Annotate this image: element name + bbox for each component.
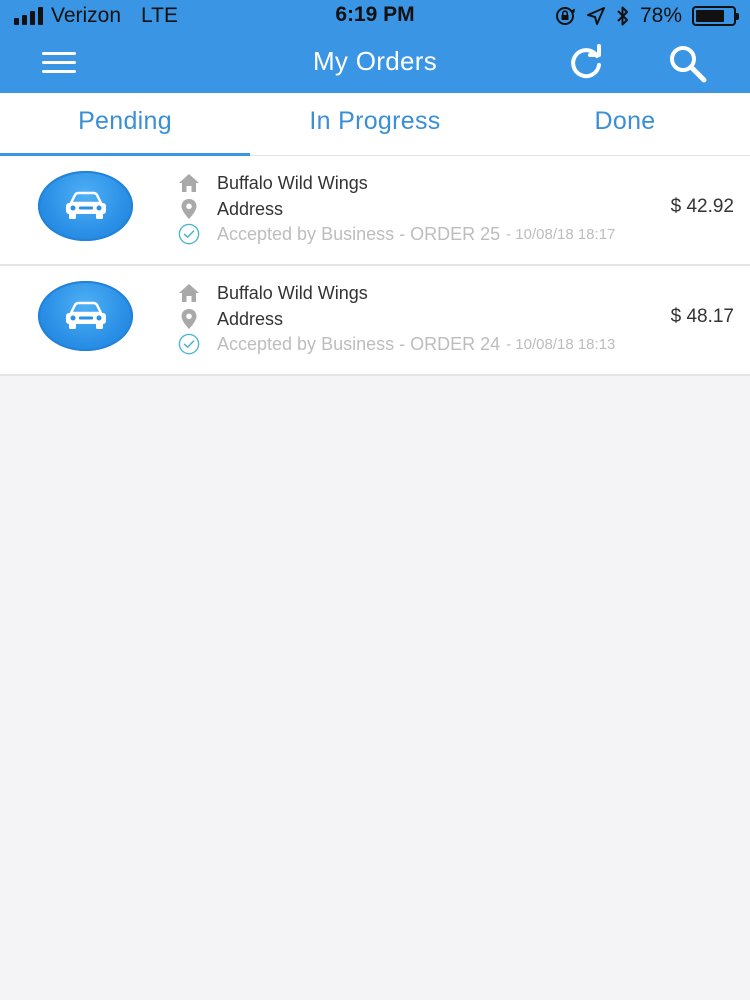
rotation-lock-icon bbox=[555, 7, 575, 25]
status-bar-right: 78% bbox=[554, 4, 739, 28]
order-address-line: Address bbox=[178, 197, 283, 221]
status-bar: Verizon LTE 6:19 PM 78% bbox=[0, 0, 750, 32]
location-pin-icon bbox=[178, 198, 200, 220]
car-avatar bbox=[38, 281, 133, 351]
order-status-line: Accepted by Business - ORDER 25 - 10/08/… bbox=[178, 222, 615, 246]
order-address: Address bbox=[217, 198, 284, 219]
order-status: Accepted by Business - ORDER 24 bbox=[217, 333, 501, 354]
home-icon bbox=[178, 282, 200, 304]
refresh-button[interactable] bbox=[566, 43, 606, 83]
tab-in-progress-label: In Progress bbox=[309, 107, 441, 135]
business-name: Buffalo Wild Wings bbox=[217, 282, 368, 303]
car-avatar bbox=[38, 171, 133, 241]
tab-pending-label: Pending bbox=[78, 107, 172, 135]
tab-pending[interactable]: Pending bbox=[0, 93, 250, 156]
order-address: Address bbox=[217, 308, 284, 329]
tab-done[interactable]: Done bbox=[500, 93, 750, 155]
app-header: My Orders bbox=[0, 32, 750, 93]
check-circle-icon bbox=[178, 223, 200, 245]
battery-fill bbox=[696, 10, 725, 22]
business-name: Buffalo Wild Wings bbox=[217, 172, 368, 193]
order-business-line: Buffalo Wild Wings bbox=[178, 281, 368, 305]
search-button[interactable] bbox=[666, 42, 710, 86]
tab-in-progress[interactable]: In Progress bbox=[250, 93, 500, 155]
top-bar: Verizon LTE 6:19 PM 78% My Orders bbox=[0, 0, 750, 93]
car-icon bbox=[65, 191, 106, 219]
page-title: My Orders bbox=[312, 46, 438, 76]
order-timestamp: - 10/08/18 18:13 bbox=[506, 335, 616, 353]
order-business-line: Buffalo Wild Wings bbox=[178, 171, 368, 195]
search-icon bbox=[670, 46, 707, 83]
location-arrow-icon bbox=[586, 7, 605, 25]
order-status-tabs: Pending In Progress Done bbox=[0, 93, 750, 156]
order-price: $ 48.17 bbox=[670, 306, 734, 327]
order-status: Accepted by Business - ORDER 25 bbox=[217, 223, 501, 244]
tab-done-label: Done bbox=[594, 107, 656, 135]
order-price: $ 42.92 bbox=[670, 196, 734, 217]
bluetooth-icon bbox=[617, 6, 628, 26]
order-row[interactable]: Buffalo Wild Wings Address Accepted by B… bbox=[0, 266, 750, 376]
car-icon bbox=[65, 301, 106, 329]
location-pin-icon bbox=[178, 308, 200, 330]
check-circle-icon bbox=[178, 333, 200, 355]
order-status-line: Accepted by Business - ORDER 24 - 10/08/… bbox=[178, 332, 615, 356]
refresh-icon bbox=[571, 44, 601, 79]
order-row[interactable]: Buffalo Wild Wings Address Accepted by B… bbox=[0, 156, 750, 266]
battery-icon bbox=[692, 6, 739, 26]
home-icon bbox=[178, 172, 200, 194]
order-address-line: Address bbox=[178, 307, 283, 331]
order-list: Buffalo Wild Wings Address Accepted by B… bbox=[0, 156, 750, 376]
battery-percent: 78% bbox=[639, 4, 682, 27]
order-timestamp: - 10/08/18 18:17 bbox=[506, 225, 616, 243]
